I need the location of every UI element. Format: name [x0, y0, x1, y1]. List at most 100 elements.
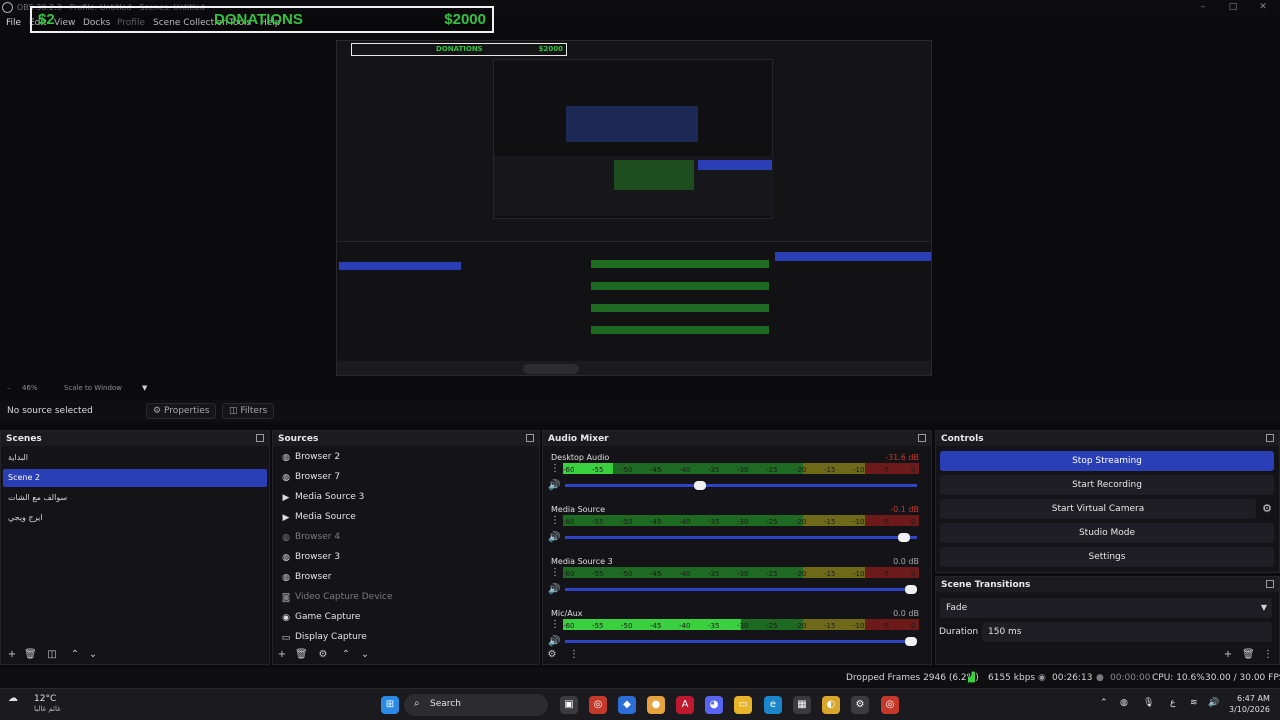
minimize-button[interactable]: –: [1188, 0, 1218, 14]
scale-mode-chevron-icon[interactable]: ▼: [142, 384, 147, 392]
dock-float-icon[interactable]: [1266, 434, 1274, 442]
add-source-button[interactable]: +: [276, 649, 288, 661]
wifi-icon[interactable]: ≋: [1190, 698, 1198, 708]
scene-item[interactable]: ايرج ويجي: [3, 509, 267, 527]
add-scene-button[interactable]: +: [6, 649, 18, 661]
channel-name: Media Source: [551, 505, 606, 514]
scene-item[interactable]: البداية: [3, 449, 267, 467]
fader-knob[interactable]: [905, 585, 917, 594]
settings-button[interactable]: Settings: [940, 547, 1274, 567]
discord-icon[interactable]: ◕: [705, 696, 723, 714]
move-down-icon[interactable]: ⌄: [359, 649, 371, 661]
record-icon: ●: [1096, 673, 1104, 683]
stop-streaming-button[interactable]: Stop Streaming: [940, 451, 1274, 471]
settings-app-icon[interactable]: ⚙: [851, 696, 869, 714]
move-up-icon[interactable]: ⌃: [340, 649, 352, 661]
start-virtual-camera-button[interactable]: Start Virtual Camera: [940, 499, 1256, 519]
advanced-audio-gear-icon[interactable]: ⚙: [546, 649, 558, 661]
language-indicator[interactable]: ع: [1170, 698, 1175, 708]
fader-knob[interactable]: [905, 637, 917, 646]
channel-menu-icon[interactable]: ⋮: [550, 515, 560, 526]
virtual-camera-gear-icon[interactable]: ⚙: [1258, 499, 1276, 519]
stream-preview[interactable]: DONATIONS $2000: [336, 40, 932, 376]
task-view-icon[interactable]: ▣: [560, 696, 578, 714]
speaker-icon[interactable]: 🔊: [548, 584, 560, 595]
fader-knob[interactable]: [898, 533, 910, 542]
transition-menu-icon[interactable]: ⋮: [1262, 649, 1274, 661]
channel-menu-icon[interactable]: ⋮: [550, 567, 560, 578]
fader-knob[interactable]: [694, 481, 706, 490]
volume-fader[interactable]: [565, 637, 917, 646]
dock-float-icon[interactable]: [526, 434, 534, 442]
app-icon[interactable]: ◐: [822, 696, 840, 714]
meter-scale-label: -20: [795, 622, 807, 630]
filters-button[interactable]: ◫ Filters: [222, 403, 275, 419]
trash-icon[interactable]: 🗑: [24, 649, 37, 661]
meter-scale-label: -55: [592, 622, 604, 630]
store-icon[interactable]: ▦: [793, 696, 811, 714]
weather-temp[interactable]: 12°C: [34, 694, 56, 704]
source-name: Media Source: [295, 512, 356, 522]
tray-chevron-icon[interactable]: ⌃: [1100, 698, 1108, 708]
trash-icon[interactable]: 🗑: [1242, 649, 1255, 661]
add-transition-button[interactable]: +: [1222, 649, 1234, 661]
source-name: Display Capture: [295, 632, 367, 642]
speaker-icon[interactable]: 🔊: [548, 532, 560, 543]
meter-scale-label: -45: [650, 518, 662, 526]
clock-date[interactable]: 3/10/2026: [1229, 705, 1270, 714]
volume-fader[interactable]: [565, 481, 917, 490]
app-icon[interactable]: ◆: [618, 696, 636, 714]
adobe-icon[interactable]: A: [676, 696, 694, 714]
sources-toolbar: + 🗑 ⚙ ⌃ ⌄: [273, 646, 539, 664]
file-explorer-icon[interactable]: ▭: [734, 696, 752, 714]
controls-title: Controls: [941, 434, 984, 444]
scene-item[interactable]: سوالف مع الشات: [3, 489, 267, 507]
mic-tray-icon[interactable]: 🎙: [1143, 698, 1154, 708]
scene-filters-icon[interactable]: ◫: [46, 649, 58, 661]
properties-button[interactable]: ⚙ Properties: [146, 403, 217, 419]
gear-icon[interactable]: ⚙: [317, 649, 329, 661]
windows-start-icon[interactable]: ⊞: [381, 696, 399, 714]
channel-menu-icon[interactable]: ⋮: [550, 619, 560, 630]
close-button[interactable]: ✕: [1248, 0, 1278, 14]
chrome-icon[interactable]: ◎: [589, 696, 607, 714]
clock-time[interactable]: 6:47 AM: [1237, 694, 1270, 703]
duration-input[interactable]: 150 ms: [982, 622, 1272, 642]
taskbar-search[interactable]: ⌕ Search: [404, 694, 548, 716]
move-up-icon[interactable]: ⌃: [69, 649, 81, 661]
globe-icon: ◍: [282, 473, 290, 483]
scene-item[interactable]: Scene 2: [3, 469, 267, 487]
network-tray-icon[interactable]: ◍: [1120, 698, 1128, 708]
meter-scale-label: 0: [911, 570, 916, 578]
donation-amount: $2000: [444, 11, 486, 28]
app-icon[interactable]: ●: [647, 696, 665, 714]
globe-icon: ◍: [282, 453, 290, 463]
mixer-menu-icon[interactable]: ⋮: [568, 649, 580, 661]
channel-menu-icon[interactable]: ⋮: [550, 463, 560, 474]
chrome-icon[interactable]: ◎: [881, 696, 899, 714]
volume-fader[interactable]: [565, 585, 917, 594]
meter-scale-label: -45: [650, 466, 662, 474]
start-recording-button[interactable]: Start Recording: [940, 475, 1274, 495]
studio-mode-button[interactable]: Studio Mode: [940, 523, 1274, 543]
controls-header: Controls: [936, 431, 1279, 446]
transition-select[interactable]: Fade ▼: [940, 598, 1272, 618]
meter-scale-label: -40: [679, 622, 691, 630]
preview-donation-amount: $2000: [538, 45, 563, 53]
scene-transitions-title: Scene Transitions: [941, 580, 1031, 590]
speaker-icon[interactable]: 🔊: [548, 480, 560, 491]
volume-fader[interactable]: [565, 533, 917, 542]
scale-mode-select[interactable]: Scale to Window: [64, 384, 122, 392]
dock-float-icon[interactable]: [256, 434, 264, 442]
meter-scale-label: 0: [911, 518, 916, 526]
move-down-icon[interactable]: ⌄: [87, 649, 99, 661]
volume-tray-icon[interactable]: 🔊: [1208, 698, 1219, 708]
menu-file[interactable]: File: [6, 18, 21, 28]
dock-float-icon[interactable]: [1266, 580, 1274, 588]
mixer-channel: Media Source -0.1 dB ⋮ -60 -55 -50 -45 -40 -35 -3…: [545, 503, 923, 555]
trash-icon[interactable]: 🗑: [295, 649, 308, 661]
dock-float-icon[interactable]: [918, 434, 926, 442]
edge-icon[interactable]: e: [764, 696, 782, 714]
zoom-minus-button[interactable]: –: [7, 384, 11, 392]
maximize-button[interactable]: □: [1218, 0, 1248, 14]
